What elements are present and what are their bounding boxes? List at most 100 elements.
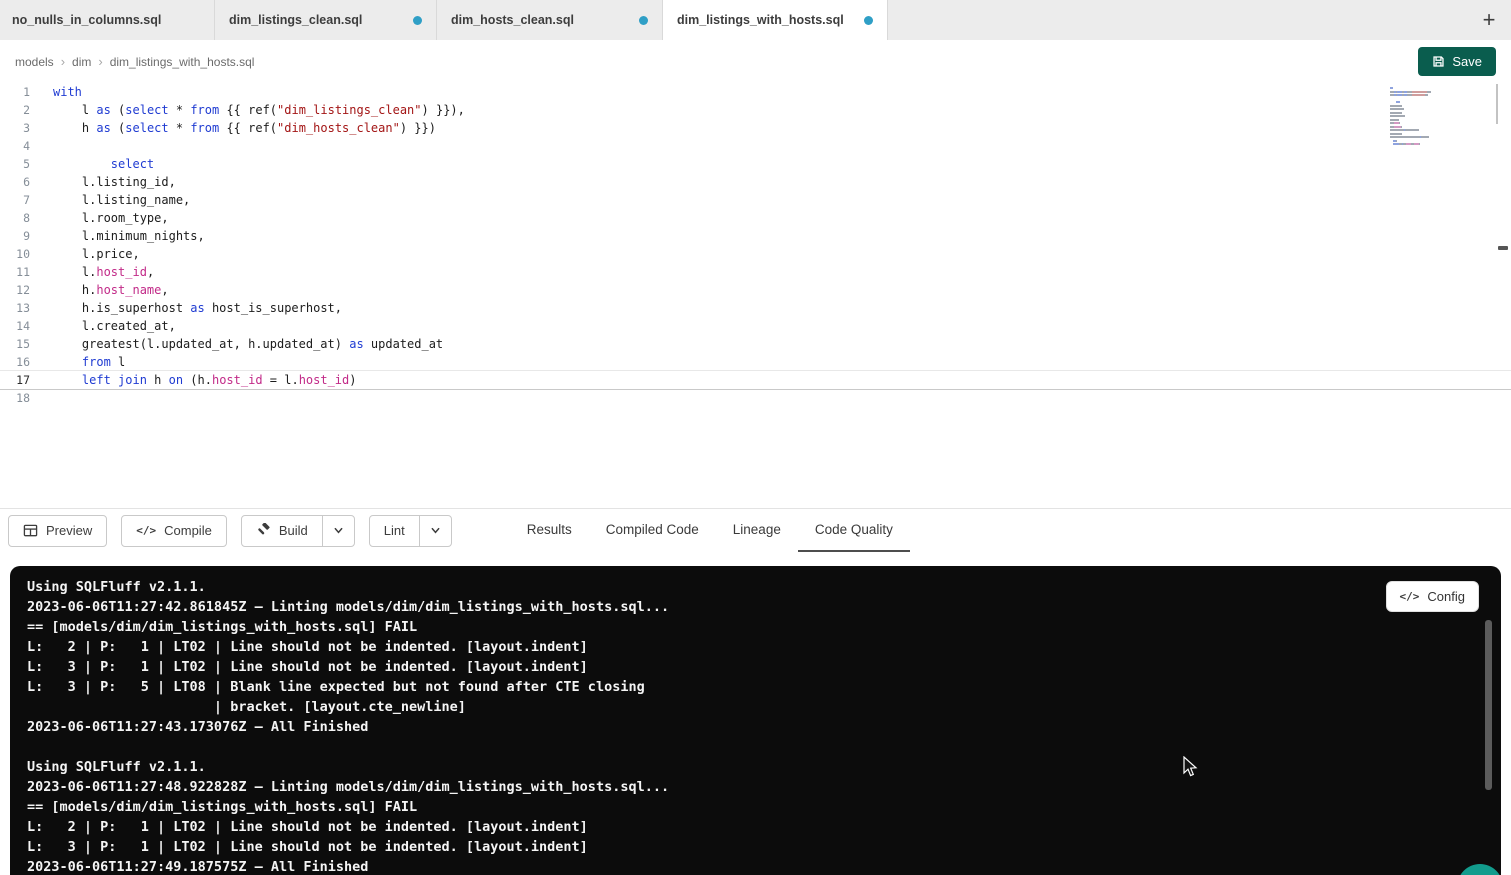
minimap-line: [1390, 126, 1462, 128]
preview-button[interactable]: Preview: [8, 515, 107, 547]
code-line[interactable]: 12 h.host_name,: [0, 281, 1511, 299]
code-line[interactable]: 1with: [0, 83, 1511, 101]
code-line[interactable]: 14 l.created_at,: [0, 317, 1511, 335]
panel-tab-compiled-code[interactable]: Compiled Code: [589, 509, 716, 552]
tab-label: no_nulls_in_columns.sql: [12, 13, 161, 27]
code-line[interactable]: 17 left join h on (h.host_id = l.host_id…: [0, 371, 1511, 389]
line-number: 15: [0, 335, 30, 353]
build-split-button: Build: [241, 515, 355, 547]
build-dropdown-button[interactable]: [322, 515, 355, 547]
tab-label: dim_hosts_clean.sql: [451, 13, 574, 27]
line-number: 18: [0, 389, 30, 407]
code-line[interactable]: 2 l as (select * from {{ ref("dim_listin…: [0, 101, 1511, 119]
chevron-down-icon: [430, 525, 441, 536]
action-toolbar: Preview </> Compile Build Lint: [0, 508, 1511, 552]
lint-dropdown-button[interactable]: [419, 515, 452, 547]
code-icon: </>: [136, 524, 156, 537]
line-text: left join h on (h.host_id = l.host_id): [53, 371, 357, 389]
line-number: 7: [0, 191, 30, 209]
lint-button[interactable]: Lint: [369, 515, 420, 547]
code-line[interactable]: 16 from l: [0, 353, 1511, 371]
minimap-line: [1390, 112, 1462, 114]
minimap-line: [1390, 129, 1462, 131]
code-line[interactable]: 8 l.room_type,: [0, 209, 1511, 227]
compile-button[interactable]: </> Compile: [121, 515, 227, 547]
line-number: 1: [0, 83, 30, 101]
editor-tab-dim-listings-clean-sql[interactable]: dim_listings_clean.sql: [215, 0, 437, 40]
code-line[interactable]: 6 l.listing_id,: [0, 173, 1511, 191]
minimap-line: [1390, 98, 1462, 100]
file-subheader: models›dim›dim_listings_with_hosts.sql S…: [0, 40, 1511, 83]
editor-scrollbar-thumb[interactable]: [1496, 84, 1498, 124]
line-number: 5: [0, 155, 30, 173]
line-text: l.listing_id,: [53, 173, 176, 191]
line-text: greatest(l.updated_at, h.updated_at) as …: [53, 335, 443, 353]
code-line[interactable]: 5 select: [0, 155, 1511, 173]
line-text: l.minimum_nights,: [53, 227, 205, 245]
minimap-line: [1390, 122, 1462, 124]
line-number: 11: [0, 263, 30, 281]
lint-output-terminal: Using SQLFluff v2.1.1. 2023-06-06T11:27:…: [10, 566, 1501, 875]
line-text: h.is_superhost as host_is_superhost,: [53, 299, 342, 317]
breadcrumb-item: models: [15, 55, 54, 69]
code-icon: </>: [1400, 590, 1420, 603]
editor-tab-dim-listings-with-hosts-sql[interactable]: dim_listings_with_hosts.sql: [663, 0, 888, 40]
preview-grid-icon: [23, 523, 38, 538]
code-line[interactable]: 15 greatest(l.updated_at, h.updated_at) …: [0, 335, 1511, 353]
minimap-line: [1390, 108, 1462, 110]
breadcrumb-item: dim_listings_with_hosts.sql: [110, 55, 255, 69]
line-text: l.price,: [53, 245, 140, 263]
code-line[interactable]: 13 h.is_superhost as host_is_superhost,: [0, 299, 1511, 317]
new-tab-button[interactable]: +: [1467, 0, 1511, 40]
line-number: 16: [0, 353, 30, 371]
panel-tab-code-quality[interactable]: Code Quality: [798, 509, 910, 552]
breadcrumb-item: dim: [72, 55, 91, 69]
unsaved-dot-icon[interactable]: [413, 16, 422, 25]
line-text: l.room_type,: [53, 209, 169, 227]
code-line[interactable]: 18: [0, 389, 1511, 407]
minimap-line: [1390, 143, 1462, 145]
minimap-line: [1390, 101, 1462, 103]
panel-tabs: ResultsCompiled CodeLineageCode Quality: [510, 509, 910, 552]
unsaved-dot-icon[interactable]: [639, 16, 648, 25]
line-number: 4: [0, 137, 30, 155]
line-text: l as (select * from {{ ref("dim_listings…: [53, 101, 465, 119]
save-button[interactable]: Save: [1418, 47, 1496, 76]
code-line[interactable]: 10 l.price,: [0, 245, 1511, 263]
breadcrumb-separator: ›: [61, 54, 65, 69]
code-line[interactable]: 9 l.minimum_nights,: [0, 227, 1511, 245]
line-number: 14: [0, 317, 30, 335]
terminal-scrollbar-thumb[interactable]: [1485, 620, 1492, 790]
editor-tab-dim-hosts-clean-sql[interactable]: dim_hosts_clean.sql: [437, 0, 663, 40]
config-button[interactable]: </> Config: [1386, 581, 1479, 612]
code-line[interactable]: 3 h as (select * from {{ ref("dim_hosts_…: [0, 119, 1511, 137]
panel-tab-lineage[interactable]: Lineage: [716, 509, 798, 552]
unsaved-dot-icon[interactable]: [864, 16, 873, 25]
save-icon: [1432, 55, 1445, 68]
minimap-line: [1390, 87, 1462, 89]
line-number: 10: [0, 245, 30, 263]
code-line[interactable]: 11 l.host_id,: [0, 263, 1511, 281]
chevron-down-icon: [333, 525, 344, 536]
minimap[interactable]: [1390, 87, 1462, 150]
code-line[interactable]: 7 l.listing_name,: [0, 191, 1511, 209]
editor-tab-no-nulls-in-columns-sql[interactable]: no_nulls_in_columns.sql: [0, 0, 215, 40]
compile-button-label: Compile: [164, 523, 212, 538]
code-lines: 1with2 l as (select * from {{ ref("dim_l…: [0, 83, 1511, 407]
minimap-line: [1390, 147, 1462, 149]
line-number: 2: [0, 101, 30, 119]
line-number: 3: [0, 119, 30, 137]
line-number: 9: [0, 227, 30, 245]
code-line[interactable]: 4: [0, 137, 1511, 155]
code-editor[interactable]: 1with2 l as (select * from {{ ref("dim_l…: [0, 83, 1511, 508]
line-text: l.host_id,: [53, 263, 154, 281]
tab-label: dim_listings_clean.sql: [229, 13, 362, 27]
build-button[interactable]: Build: [241, 515, 323, 547]
build-button-label: Build: [279, 523, 308, 538]
line-text: l.created_at,: [53, 317, 176, 335]
overview-ruler-marker: [1498, 246, 1508, 250]
panel-tab-results[interactable]: Results: [510, 509, 589, 552]
minimap-line: [1390, 94, 1462, 96]
save-button-label: Save: [1452, 54, 1482, 69]
line-text: select: [53, 155, 154, 173]
